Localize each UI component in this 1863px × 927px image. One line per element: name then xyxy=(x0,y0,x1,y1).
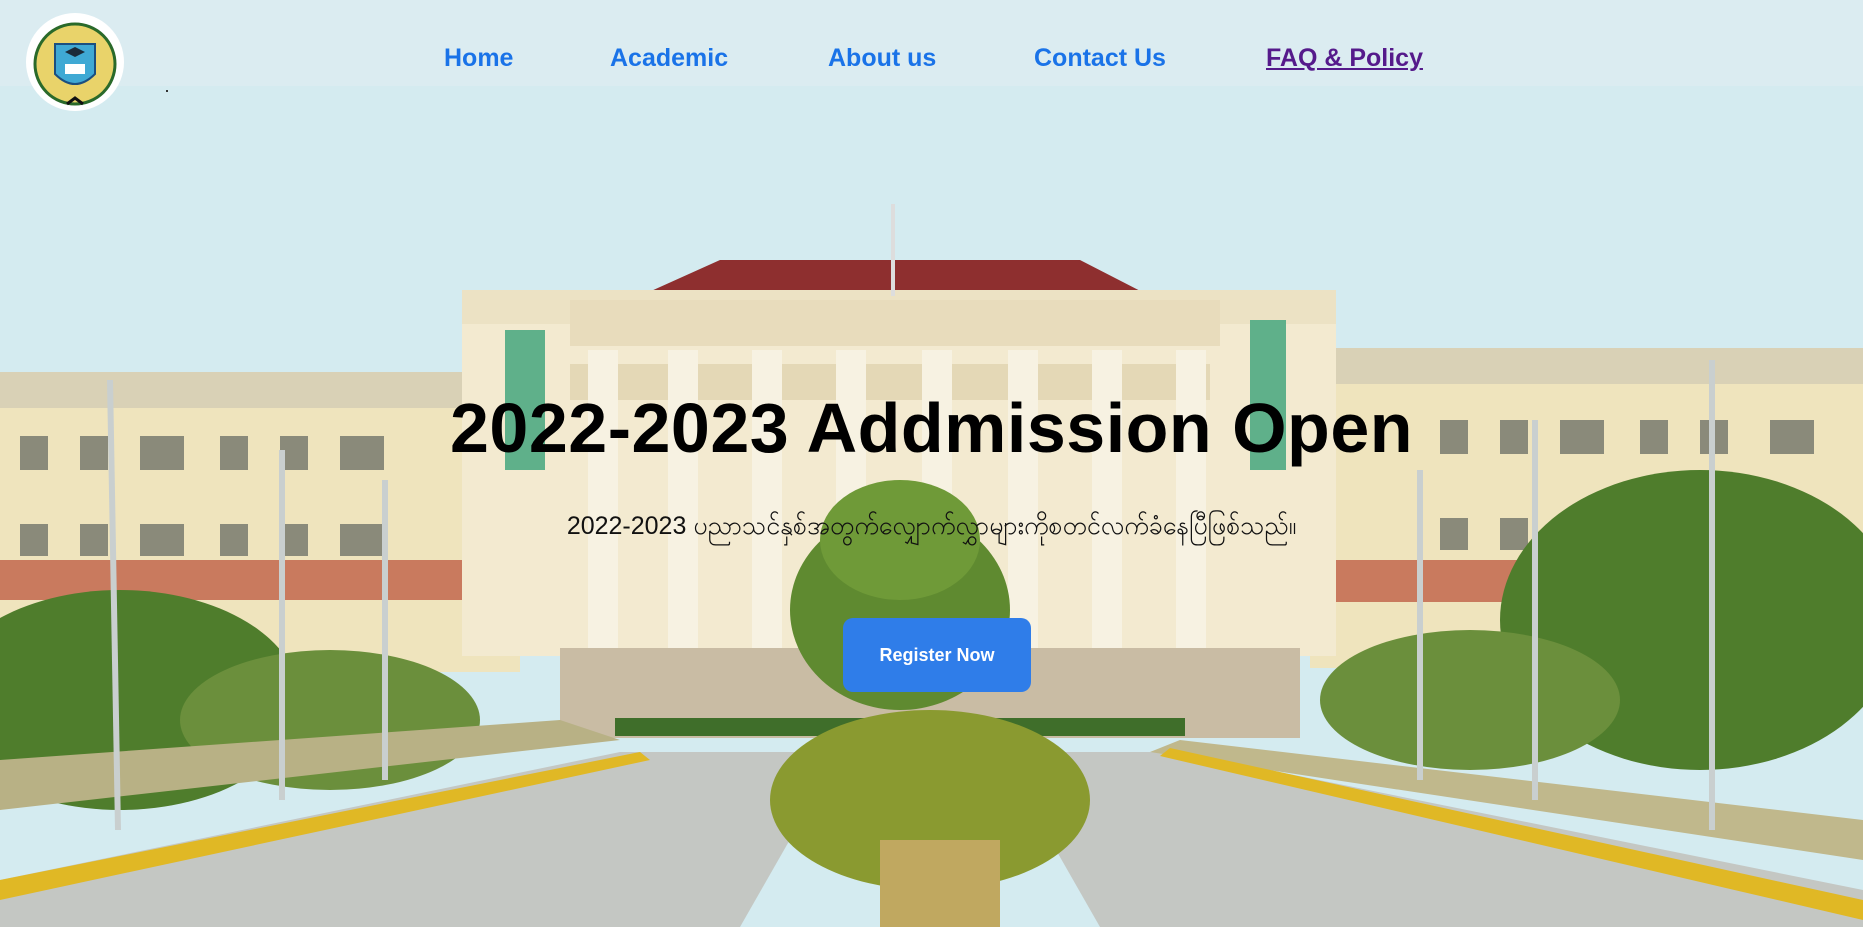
nav-about-link[interactable]: About us xyxy=(828,44,936,73)
nav-academic-link[interactable]: Academic xyxy=(610,44,728,73)
logo-dot xyxy=(166,90,168,92)
hero-subtitle: 2022-2023 ပညာသင်နှစ်အတွက်လျှောက်လွှာများ… xyxy=(566,512,1297,540)
hero-title: 2022-2023 Addmission Open xyxy=(449,389,1414,467)
nav-home-link[interactable]: Home xyxy=(444,44,513,73)
nav-faq-policy-link[interactable]: FAQ & Policy xyxy=(1266,44,1423,73)
logo[interactable] xyxy=(25,12,125,112)
register-now-button[interactable]: Register Now xyxy=(843,618,1031,692)
book-icon xyxy=(65,64,85,74)
nav-contact-link[interactable]: Contact Us xyxy=(1034,44,1166,73)
top-navbar xyxy=(0,0,1863,86)
